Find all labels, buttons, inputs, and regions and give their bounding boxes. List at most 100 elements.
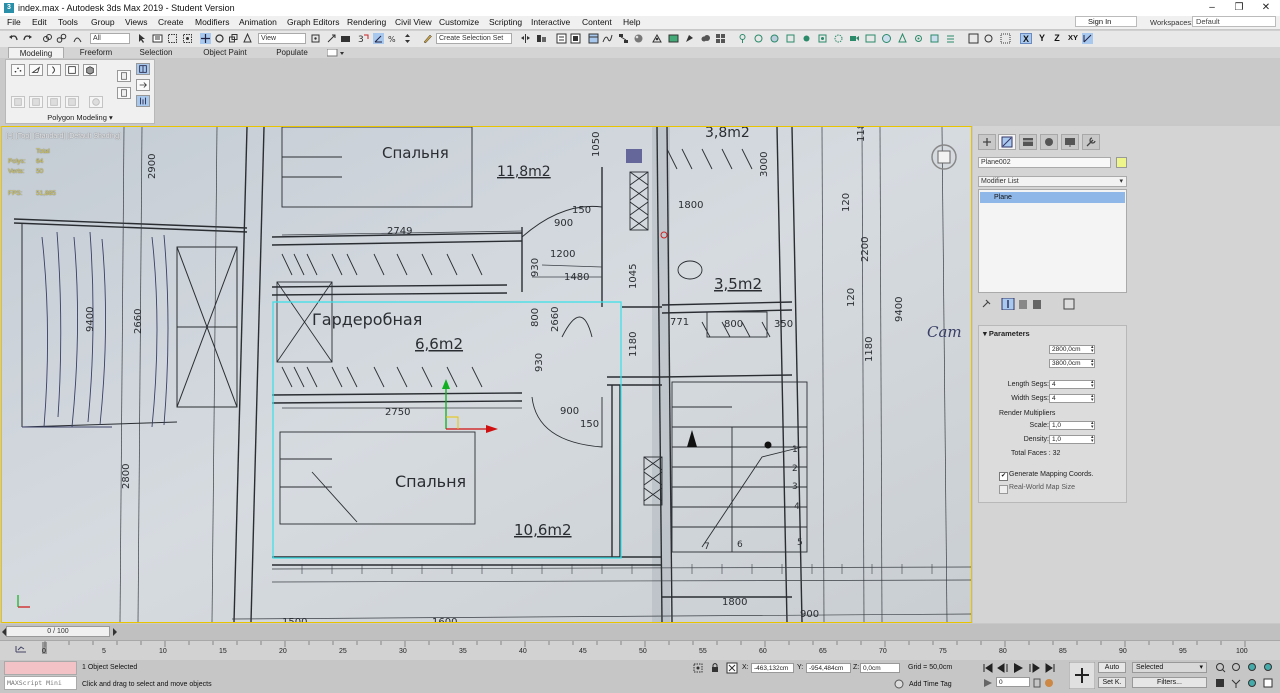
modify-tab[interactable] [998, 134, 1016, 150]
menu-animation[interactable]: Animation [239, 17, 277, 27]
render-preset-icon[interactable] [968, 33, 979, 44]
render-iterative-icon[interactable] [983, 33, 994, 44]
add-time-tag[interactable]: Add Time Tag [909, 681, 952, 688]
remove-modifier-icon[interactable] [1033, 300, 1041, 309]
viewcube-face[interactable] [937, 150, 951, 164]
close-button[interactable]: ✕ [1253, 1, 1279, 15]
unlink-icon[interactable] [56, 33, 67, 44]
motion-tab[interactable] [1040, 134, 1058, 150]
select-by-name-icon[interactable] [152, 33, 163, 44]
stack-item-plane[interactable]: Plane [980, 192, 1125, 203]
material-editor-icon[interactable] [633, 33, 644, 44]
angle-snap-icon[interactable] [373, 33, 384, 44]
menu-file[interactable]: File [7, 17, 21, 27]
tab-selection[interactable]: Selection [128, 47, 184, 58]
density-spinner[interactable]: ▴ ▾ [1091, 435, 1097, 444]
reference-coordinate-dropdown[interactable]: View [258, 33, 306, 44]
bind-space-warp-icon[interactable] [72, 33, 83, 44]
time-slider-left-arrow[interactable] [0, 626, 8, 638]
time-spinner-icon[interactable] [1033, 678, 1041, 688]
workspace-dropdown[interactable]: Default [1192, 16, 1276, 27]
width-field[interactable]: 3800,0cm [1049, 359, 1095, 368]
border-mode-icon[interactable] [47, 64, 61, 76]
pivot-center-icon[interactable] [310, 33, 321, 44]
align-icon[interactable] [536, 33, 547, 44]
tab-populate[interactable]: Populate [264, 47, 320, 58]
time-configuration-icon[interactable] [1045, 679, 1053, 687]
constrain-x-button[interactable]: X [1020, 33, 1032, 44]
a360-gallery-icon[interactable] [715, 33, 726, 44]
menu-views[interactable]: Views [125, 17, 148, 27]
maxscript-mini-input[interactable]: MAXScript Mini [4, 676, 77, 690]
vertex-mode-icon[interactable] [11, 64, 25, 76]
rendered-frame-window-icon[interactable] [668, 33, 679, 44]
element-mode-icon[interactable] [83, 64, 97, 76]
make-unique-icon[interactable] [1019, 300, 1027, 309]
pan-view-icon[interactable] [1231, 679, 1241, 688]
utilities-tab[interactable] [1082, 134, 1100, 150]
arnold-imager-icon[interactable] [865, 33, 876, 44]
generate-mapping-checkbox[interactable]: ✔ [999, 472, 1008, 481]
arnold-sky-icon[interactable] [769, 33, 780, 44]
menu-graph-editors[interactable]: Graph Editors [287, 17, 339, 27]
go-to-end-icon[interactable] [1045, 663, 1055, 673]
toggle-ribbon-icon[interactable] [588, 33, 599, 44]
app-icon[interactable]: 3 [4, 3, 14, 13]
viewport-top[interactable]: Cam Спальня 11,8m2 3,8m2 Гардеробная 6,6… [1, 126, 972, 623]
time-tag-icon[interactable] [894, 679, 904, 689]
spinner-snap-icon[interactable] [402, 33, 413, 44]
select-and-rotate-icon[interactable] [214, 33, 225, 44]
create-tab[interactable] [978, 134, 996, 150]
hierarchy-tab[interactable] [1019, 134, 1037, 150]
render-setup-icon[interactable] [652, 33, 663, 44]
toggle-layer-explorer-icon[interactable] [570, 33, 581, 44]
rollout-toggle[interactable]: ▾ Parameters [983, 329, 1030, 338]
y-coord-field[interactable]: -954,484cm [806, 663, 851, 673]
restore-button[interactable]: ❐ [1226, 1, 1252, 15]
arnold-render-icon[interactable] [817, 33, 828, 44]
snaps-toggle-icon[interactable]: 3 [358, 33, 369, 44]
link-icon[interactable] [42, 33, 53, 44]
current-frame-field[interactable]: 0 [996, 677, 1030, 687]
time-slider[interactable] [0, 624, 1280, 640]
modifier-list-dropdown[interactable]: Modifier List ▾ [978, 176, 1127, 187]
tab-modeling[interactable]: Modeling [8, 47, 64, 58]
orbit-icon[interactable] [1248, 679, 1256, 687]
menu-group[interactable]: Group [91, 17, 115, 27]
sign-in-dropdown[interactable]: Sign In [1075, 16, 1137, 27]
menu-scripting[interactable]: Scripting [489, 17, 522, 27]
menu-tools[interactable]: Tools [58, 17, 78, 27]
axis-tripod-icon[interactable] [1082, 33, 1093, 44]
menu-interactive[interactable]: Interactive [531, 17, 570, 27]
arnold-log-icon[interactable] [945, 33, 956, 44]
undo-icon[interactable] [8, 33, 19, 44]
show-end-result-icon[interactable] [136, 95, 150, 107]
selection-lock-icon[interactable] [709, 662, 721, 674]
width-spinner[interactable]: ▴ ▾ [1091, 359, 1097, 368]
modify-mode-icon[interactable] [136, 63, 150, 75]
constrain-y-button[interactable]: Y [1036, 33, 1048, 44]
menu-edit[interactable]: Edit [32, 17, 47, 27]
length-segs-spinner[interactable]: ▴ ▾ [1091, 380, 1097, 389]
selection-filter-dropdown[interactable]: All [90, 33, 130, 44]
go-to-start-icon[interactable] [983, 663, 993, 673]
arnold-proxy-icon[interactable] [833, 33, 844, 44]
arnold-aov-icon[interactable] [929, 33, 940, 44]
arnold-object-icon[interactable] [801, 33, 812, 44]
configure-modifier-sets-icon[interactable] [1063, 298, 1075, 310]
arnold-shader-icon[interactable] [753, 33, 764, 44]
isolate-selection-icon[interactable] [692, 662, 704, 674]
menu-create[interactable]: Create [158, 17, 184, 27]
tab-object-paint[interactable]: Object Paint [190, 47, 260, 58]
toggle-scene-explorer-icon[interactable] [556, 33, 567, 44]
zoom-extents-all-icon[interactable] [1264, 663, 1272, 671]
length-segs-field[interactable]: 4 [1049, 380, 1095, 389]
set-key-button[interactable] [1069, 662, 1095, 689]
redo-icon[interactable] [22, 33, 33, 44]
z-coord-field[interactable]: 0,0cm [860, 663, 900, 673]
select-and-move-icon[interactable] [200, 33, 211, 44]
edge-mode-icon[interactable] [29, 64, 43, 76]
collapse-stack-icon[interactable] [117, 70, 131, 82]
scale-spinner[interactable]: ▴ ▾ [1091, 421, 1097, 430]
key-filter-dropdown[interactable]: Selected ▾ [1132, 662, 1207, 673]
